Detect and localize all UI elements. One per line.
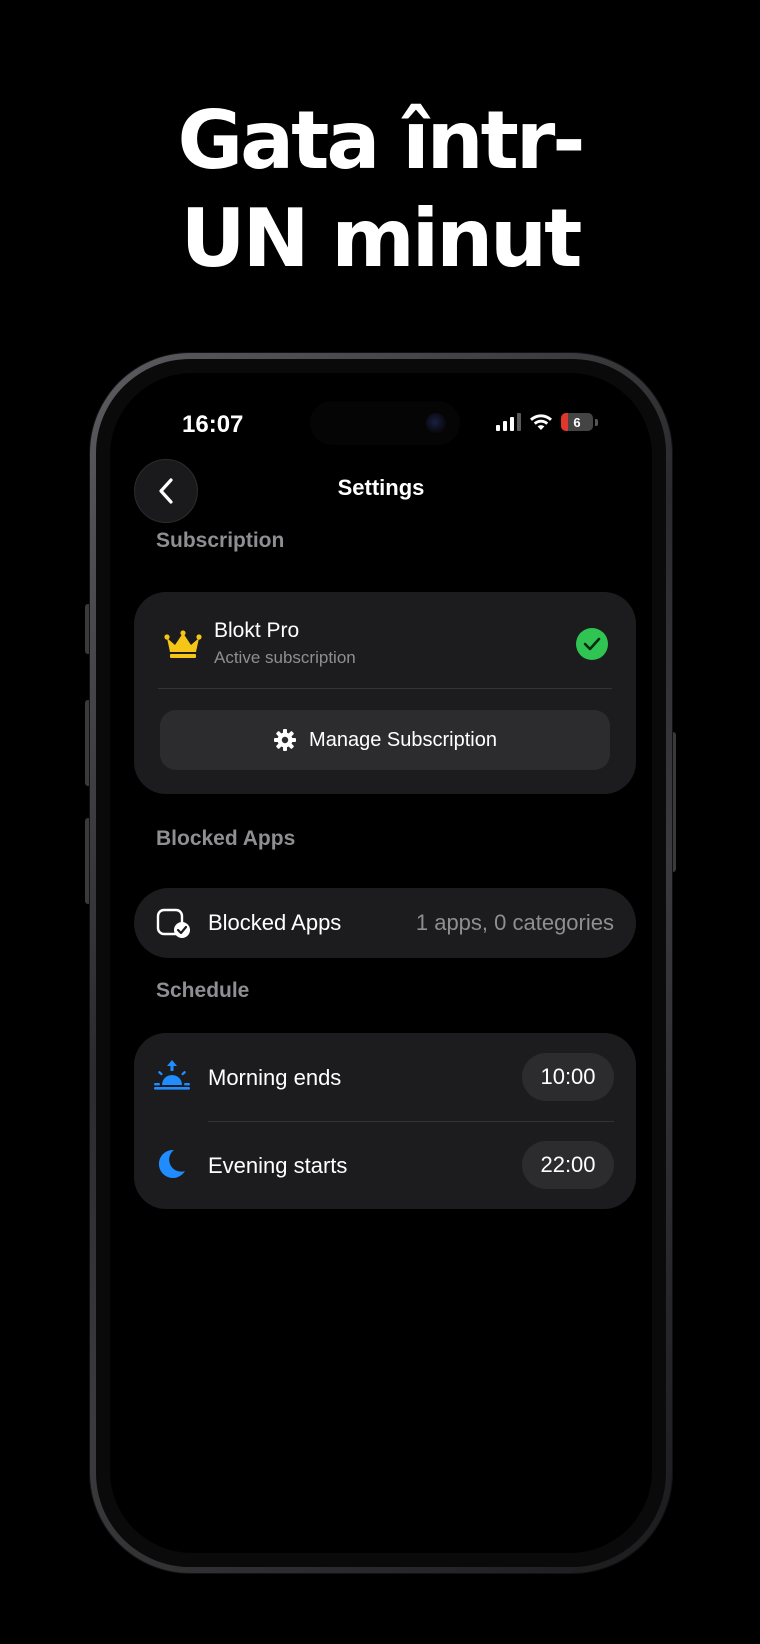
status-time: 16:07	[182, 411, 244, 438]
status-icons: 6	[496, 411, 598, 433]
manage-subscription-label: Manage Subscription	[309, 728, 497, 751]
subscription-card: Blokt Pro Active subscription Manage Sub…	[134, 592, 636, 794]
battery-tip	[595, 418, 598, 426]
battery-level: 6	[573, 414, 581, 430]
blocked-apps-label: Blocked Apps	[208, 910, 342, 935]
gear-icon	[274, 729, 297, 751]
phone-frame: 16:07 6 Settings Subscription Blokt Pro …	[90, 353, 672, 1573]
divider	[158, 688, 612, 689]
time-pill-evening[interactable]: 22:00	[522, 1141, 614, 1189]
battery-icon: 6	[561, 413, 593, 431]
section-label-subscription: Subscription	[156, 529, 285, 552]
headline: Gata într- UN minut	[0, 92, 760, 288]
time-pill-morning[interactable]: 10:00	[522, 1053, 614, 1101]
moon-icon	[158, 1149, 185, 1178]
wifi-icon	[530, 414, 552, 430]
blocked-apps-row[interactable]: Blocked Apps 1 apps, 0 categories	[134, 888, 636, 958]
headline-line-2: UN minut	[180, 192, 583, 285]
schedule-card: Morning ends 10:00 Evening starts 22:00	[134, 1033, 636, 1209]
page-title: Settings	[337, 475, 425, 500]
manage-subscription-button[interactable]: Manage Subscription	[160, 710, 610, 770]
schedule-label-morning: Morning ends	[208, 1065, 342, 1090]
divider	[208, 1121, 614, 1122]
sunrise-icon	[154, 1060, 190, 1090]
headline-line-1: Gata într-	[177, 94, 586, 187]
crown-icon	[164, 630, 202, 658]
section-label-schedule: Schedule	[156, 979, 250, 1002]
plan-name: Blokt Pro	[214, 619, 300, 642]
phone-screen: 16:07 6 Settings Subscription Blokt Pro …	[110, 373, 652, 1553]
section-label-blocked-apps: Blocked Apps	[156, 827, 296, 850]
blocked-apps-value: 1 apps, 0 categories	[415, 910, 614, 935]
app-blocked-icon	[156, 908, 190, 938]
schedule-label-evening: Evening starts	[208, 1153, 348, 1178]
plan-status: Active subscription	[214, 648, 356, 667]
phone-bezel: 16:07 6 Settings Subscription Blokt Pro …	[96, 359, 666, 1567]
checkmark-circle-icon	[576, 628, 608, 660]
camera-icon	[426, 413, 446, 433]
cellular-signal-icon	[496, 413, 521, 431]
dynamic-island	[310, 401, 460, 445]
